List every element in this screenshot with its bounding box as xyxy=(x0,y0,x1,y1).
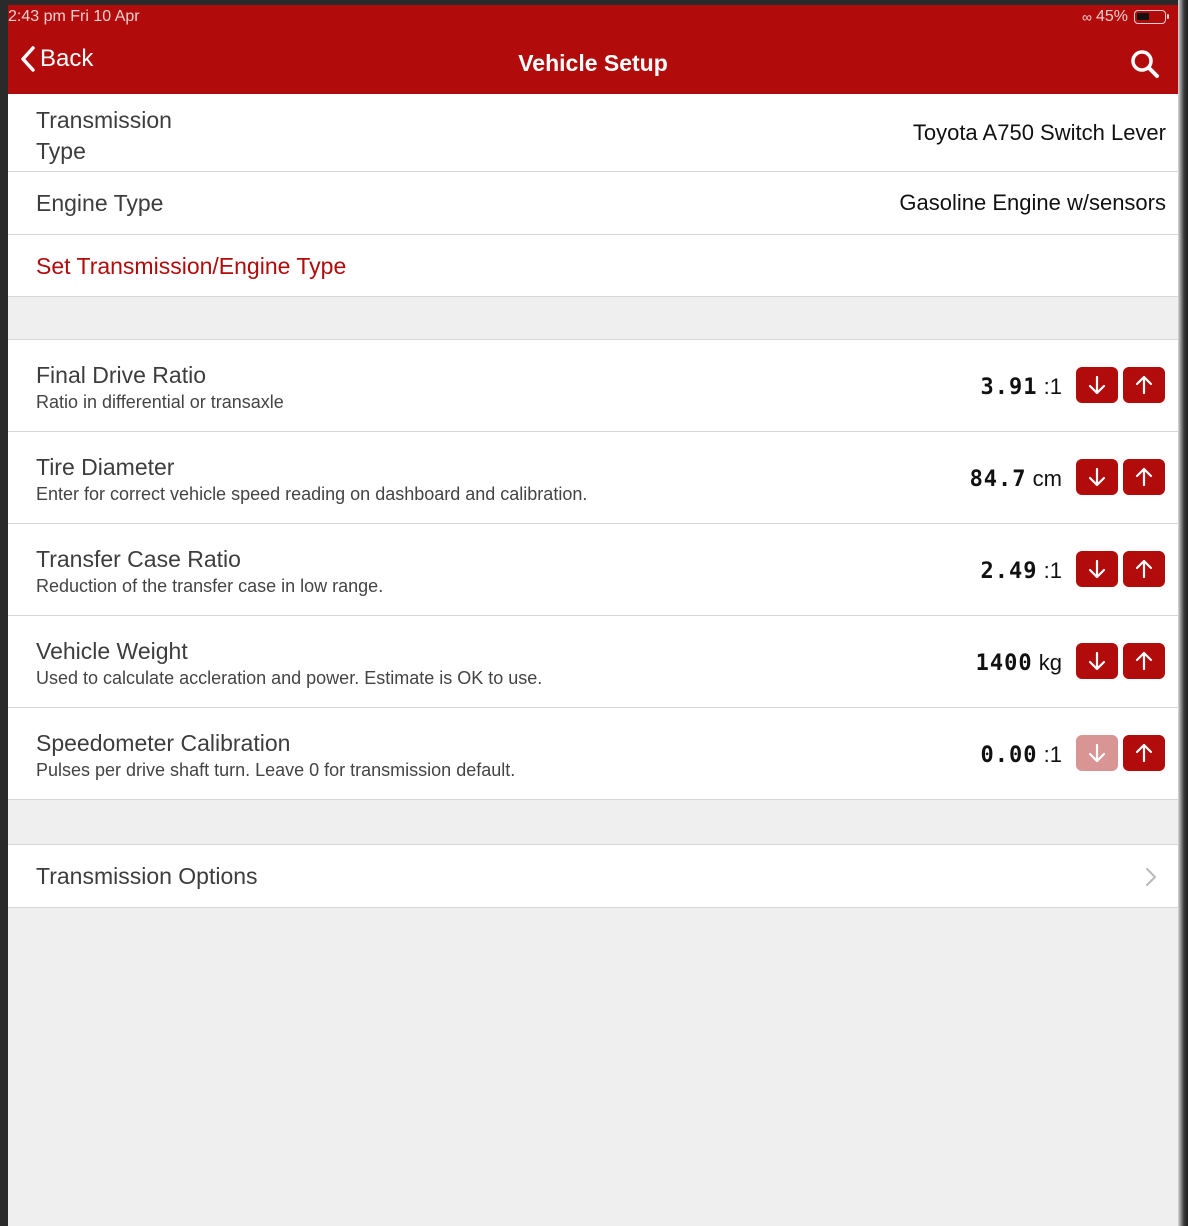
parameter-unit: :1 xyxy=(1043,742,1062,767)
increment-button[interactable] xyxy=(1123,551,1165,587)
increment-button[interactable] xyxy=(1123,735,1165,771)
increment-button[interactable] xyxy=(1123,367,1165,403)
search-icon xyxy=(1131,50,1159,78)
parameter-value[interactable]: 84.7 cm xyxy=(970,466,1062,492)
link-icon: ∞ xyxy=(1081,9,1092,25)
arrow-up-icon xyxy=(1135,467,1153,487)
parameter-subtitle: Enter for correct vehicle speed reading … xyxy=(36,484,588,504)
arrow-down-icon xyxy=(1088,467,1106,487)
set-type-row[interactable]: Set Transmission/Engine Type xyxy=(8,235,1178,297)
parameter-row-final-drive-ratio: Final Drive Ratio Ratio in differential o… xyxy=(8,340,1178,432)
parameter-title: Speedometer Calibration xyxy=(36,730,291,756)
transmission-options-row[interactable]: Transmission Options xyxy=(8,845,1178,908)
parameter-row-speedometer-calibration: Speedometer Calibration Pulses per drive … xyxy=(8,708,1178,800)
type-section: Transmission Type Toyota A750 Switch Lev… xyxy=(8,94,1178,297)
set-transmission-engine-button[interactable]: Set Transmission/Engine Type xyxy=(36,253,346,280)
parameter-unit: kg xyxy=(1038,650,1062,675)
engine-type-value: Gasoline Engine w/sensors xyxy=(899,190,1166,215)
parameter-unit: :1 xyxy=(1043,558,1062,583)
arrow-up-icon xyxy=(1135,559,1153,579)
parameter-row-transfer-case-ratio: Transfer Case Ratio Reduction of the tran… xyxy=(8,524,1178,616)
parameter-number: 1400 xyxy=(975,651,1033,676)
decrement-button[interactable] xyxy=(1076,367,1118,403)
arrow-up-icon xyxy=(1135,743,1153,763)
chevron-right-icon xyxy=(1146,868,1156,886)
parameter-row-tire-diameter: Tire Diameter Enter for correct vehicle s… xyxy=(8,432,1178,524)
parameter-number: 2.49 xyxy=(980,559,1038,584)
status-time: 2:43 pm Fri 10 Apr xyxy=(8,8,140,25)
parameter-subtitle: Used to calculate accleration and power.… xyxy=(36,668,543,688)
parameter-number: 3.91 xyxy=(980,375,1038,400)
arrow-down-icon xyxy=(1088,651,1106,671)
engine-type-row: Engine Type Gasoline Engine w/sensors xyxy=(8,172,1178,235)
parameter-value[interactable]: 1400 kg xyxy=(976,650,1062,676)
parameter-subtitle: Ratio in differential or transaxle xyxy=(36,392,284,412)
transmission-options-label: Transmission Options xyxy=(36,863,258,889)
increment-button[interactable] xyxy=(1123,643,1165,679)
parameter-value[interactable]: 3.91 :1 xyxy=(981,374,1062,400)
arrow-down-icon xyxy=(1088,559,1106,579)
parameter-title: Vehicle Weight xyxy=(36,638,188,664)
parameter-row-vehicle-weight: Vehicle Weight Used to calculate acclerat… xyxy=(8,616,1178,708)
transmission-type-label: Transmission Type xyxy=(36,107,172,164)
options-section: Transmission Options xyxy=(8,844,1178,908)
status-indicators: ∞ 45% xyxy=(1081,8,1169,26)
parameter-number: 84.7 xyxy=(969,467,1027,492)
decrement-button[interactable] xyxy=(1076,643,1118,679)
increment-button[interactable] xyxy=(1123,459,1165,495)
decrement-button[interactable] xyxy=(1076,459,1118,495)
arrow-down-icon xyxy=(1088,743,1106,763)
parameter-title: Final Drive Ratio xyxy=(36,362,206,388)
parameter-value[interactable]: 2.49 :1 xyxy=(981,558,1062,584)
parameter-unit: cm xyxy=(1032,466,1062,491)
device-right-edge xyxy=(1178,0,1188,1226)
decrement-button[interactable] xyxy=(1076,735,1118,771)
engine-type-label: Engine Type xyxy=(36,190,164,216)
parameter-title: Tire Diameter xyxy=(36,454,175,480)
page-title: Vehicle Setup xyxy=(518,50,668,76)
app-screen: 2:43 pm Fri 10 Apr ∞ 45% Back Vehicle Se… xyxy=(8,5,1178,1226)
battery-percent: 45% xyxy=(1095,8,1128,25)
transmission-type-row: Transmission Type Toyota A750 Switch Lev… xyxy=(8,94,1178,172)
navigation-bar: 2:43 pm Fri 10 Apr ∞ 45% Back Vehicle Se… xyxy=(8,5,1178,94)
parameter-subtitle: Reduction of the transfer case in low ra… xyxy=(36,576,384,596)
arrow-down-icon xyxy=(1088,375,1106,395)
battery-icon xyxy=(1134,10,1169,24)
search-button[interactable] xyxy=(1130,49,1160,79)
parameter-number: 0.00 xyxy=(980,743,1038,768)
parameter-unit: :1 xyxy=(1043,374,1062,399)
arrow-up-icon xyxy=(1135,651,1153,671)
arrow-up-icon xyxy=(1135,375,1153,395)
decrement-button[interactable] xyxy=(1076,551,1118,587)
parameter-value[interactable]: 0.00 :1 xyxy=(981,742,1062,768)
parameter-title: Transfer Case Ratio xyxy=(36,546,241,572)
parameters-section: Final Drive Ratio Ratio in differential o… xyxy=(8,339,1178,800)
parameter-subtitle: Pulses per drive shaft turn. Leave 0 for… xyxy=(36,760,516,780)
transmission-type-value: Toyota A750 Switch Lever xyxy=(912,120,1166,145)
